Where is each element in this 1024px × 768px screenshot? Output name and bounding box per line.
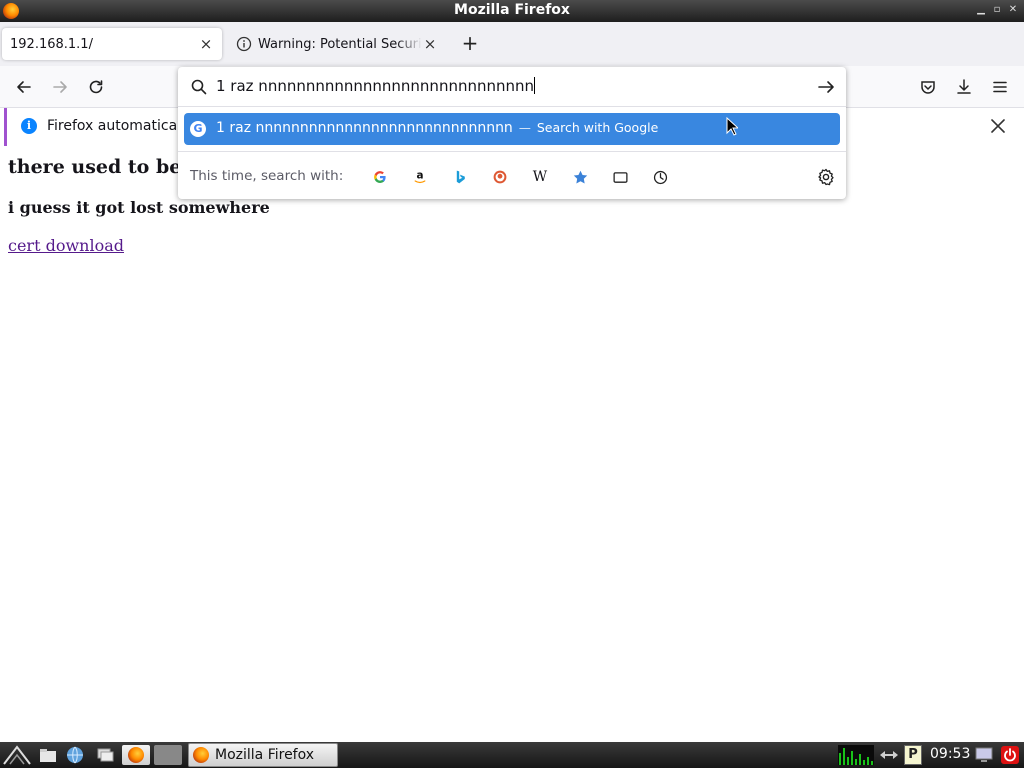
clipboard-icon[interactable]: P <box>904 745 922 765</box>
back-arrow-icon <box>17 81 31 93</box>
suggestion-separator: — <box>518 121 531 135</box>
close-notification-icon[interactable] <box>988 116 1008 136</box>
amazon-icon[interactable]: a <box>410 167 430 187</box>
network-icon[interactable] <box>878 745 900 765</box>
hamburger-menu-icon <box>993 81 1007 93</box>
suggestion-action: Search with Google <box>536 120 659 135</box>
google-icon: G <box>190 121 206 137</box>
start-menu-icon[interactable] <box>2 745 32 765</box>
workspace-switcher[interactable] <box>154 745 182 765</box>
browser-globe-icon[interactable] <box>64 745 86 765</box>
search-suggestion-row[interactable]: G 1 raz nnnnnnnnnnnnnnnnnnnnnnnnnnnnn — Se… <box>184 113 840 145</box>
svg-text:a: a <box>416 170 423 182</box>
tab-warning[interactable]: Warning: Potential Security Risk Ahead × <box>228 28 446 60</box>
bookmarks-icon[interactable] <box>570 167 590 187</box>
cert-download-link[interactable]: cert download <box>8 236 124 255</box>
show-desktop-icon[interactable] <box>94 745 116 765</box>
history-icon[interactable] <box>650 167 670 187</box>
forward-arrow-icon <box>53 81 67 93</box>
mouse-cursor-icon <box>726 117 738 136</box>
url-input[interactable]: 1 raz nnnnnnnnnnnnnnnnnnnnnnnnnnnnn <box>178 67 846 107</box>
info-icon <box>236 36 252 52</box>
bing-icon[interactable] <box>450 167 470 187</box>
close-window-icon[interactable]: ✕ <box>1006 3 1020 17</box>
gear-icon[interactable] <box>816 167 836 187</box>
url-dropdown-panel: 1 raz nnnnnnnnnnnnnnnnnnnnnnnnnnnnn G 1 … <box>178 67 846 199</box>
close-tab-icon[interactable]: × <box>422 35 438 53</box>
search-with-label: This time, search with: <box>190 168 344 184</box>
notification-text: Firefox automatically <box>47 118 194 134</box>
info-icon: i <box>21 118 37 134</box>
pocket-icon <box>921 81 935 94</box>
page-subheading: i guess it got lost somewhere <box>8 198 270 217</box>
go-arrow-icon[interactable] <box>816 78 836 96</box>
text-caret <box>534 77 536 94</box>
tab-bar: 192.168.1.1/ × Warning: Potential Securi… <box>0 22 1024 66</box>
duckduckgo-icon[interactable] <box>490 167 510 187</box>
window-title: Mozilla Firefox <box>454 2 570 18</box>
maximize-icon[interactable]: ▫ <box>990 3 1004 17</box>
minimize-icon[interactable]: ▁ <box>974 3 988 17</box>
back-button[interactable] <box>12 75 36 99</box>
firefox-launcher[interactable] <box>122 745 150 765</box>
taskbar-window-label: Mozilla Firefox <box>215 747 315 763</box>
power-icon[interactable] <box>1000 745 1020 765</box>
suggestion-text: 1 raz nnnnnnnnnnnnnnnnnnnnnnnnnnnnn <box>216 120 513 136</box>
reload-icon <box>89 80 103 94</box>
firefox-icon <box>193 747 209 763</box>
cpu-monitor-icon <box>838 745 874 765</box>
taskbar-window-firefox[interactable]: Mozilla Firefox <box>188 743 338 767</box>
download-icon <box>957 79 971 94</box>
reload-button[interactable] <box>84 75 108 99</box>
close-tab-icon[interactable]: × <box>198 35 214 53</box>
search-icon <box>191 79 207 95</box>
tab-label: Warning: Potential Security Risk Ahead <box>258 36 422 52</box>
one-off-search-bar: This time, search with: a W <box>178 151 846 199</box>
window-titlebar: Mozilla Firefox ▁ ▫ ✕ <box>0 0 1024 22</box>
downloads-button[interactable] <box>952 75 976 99</box>
pocket-button[interactable] <box>916 75 940 99</box>
file-manager-icon[interactable] <box>38 745 58 765</box>
app-menu-button[interactable] <box>988 75 1012 99</box>
monitor-icon[interactable] <box>974 745 994 765</box>
taskbar: Mozilla Firefox P 09:53 <box>0 742 1024 768</box>
forward-button[interactable] <box>48 75 72 99</box>
clock: 09:53 <box>930 746 971 762</box>
tabs-icon[interactable] <box>610 167 630 187</box>
tab-label: 192.168.1.1/ <box>10 36 93 52</box>
wikipedia-icon[interactable]: W <box>530 167 550 187</box>
url-typed-text: 1 raz nnnnnnnnnnnnnnnnnnnnnnnnnnnnn <box>216 77 535 95</box>
google-icon[interactable] <box>370 167 390 187</box>
firefox-icon <box>128 747 144 763</box>
new-tab-button[interactable]: + <box>458 32 482 56</box>
tab-192-168-1-1[interactable]: 192.168.1.1/ × <box>2 28 222 60</box>
